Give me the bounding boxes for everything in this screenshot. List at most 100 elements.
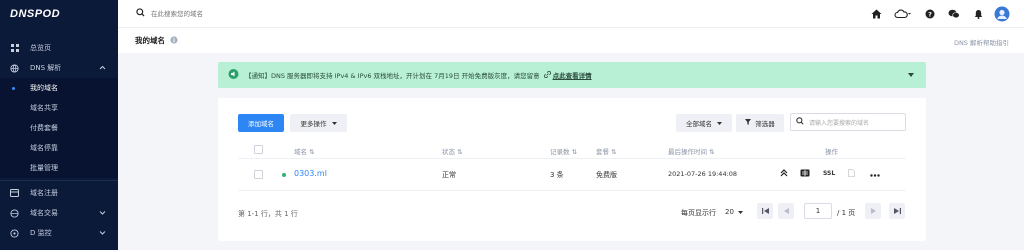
add-domain-button[interactable]: 添加域名 xyxy=(238,114,284,132)
total-pages: / 1 页 xyxy=(837,209,856,217)
page-title: 我的域名 xyxy=(135,36,165,45)
filter-label: 筛选器 xyxy=(755,120,775,128)
chevron-down-icon xyxy=(99,229,106,237)
sidebar-item-domain-register[interactable]: 域名注册 xyxy=(0,183,118,203)
col-plan-label: 套餐 xyxy=(596,148,609,156)
caret-down-icon xyxy=(737,208,743,216)
notice-banner: 【通知】DNS 服务器即将支持 IPv4 & IPv6 双栈地址，开计划在 7月… xyxy=(218,62,926,88)
wechat-icon[interactable] xyxy=(942,4,966,24)
sidebar-item-label: 域名交易 xyxy=(30,209,58,217)
per-page-select[interactable]: 20 xyxy=(725,208,743,216)
sidebar-item-paid-plan[interactable]: 付费套餐 xyxy=(0,118,118,138)
page-header: 我的域名 DNS 解析帮助指引 xyxy=(118,28,1024,53)
status-dot xyxy=(282,173,286,177)
select-all-checkbox[interactable] xyxy=(254,145,263,154)
sidebar-item-batch-manage[interactable]: 批量管理 xyxy=(0,158,118,178)
row-checkbox[interactable] xyxy=(254,170,263,179)
col-actions: 操作 xyxy=(825,148,838,156)
search-icon xyxy=(796,117,804,127)
table-row: 0303.ml 正常 3 条 免费版 2021-07-26 19:44:08 S… xyxy=(238,159,906,191)
all-domains-label: 全部域名 xyxy=(686,120,712,128)
last-page-button[interactable] xyxy=(889,203,905,219)
avatar[interactable] xyxy=(990,4,1014,24)
sidebar-item-label: 总览页 xyxy=(30,44,51,52)
per-page-label: 每页显示行 xyxy=(681,209,716,217)
card-icon xyxy=(10,189,19,198)
sidebar-item-label: DNS 解析 xyxy=(30,64,62,72)
bell-icon[interactable] xyxy=(966,4,990,24)
svg-text:?: ? xyxy=(928,10,932,18)
plan-cell: 免费版 xyxy=(596,171,617,179)
col-domain[interactable]: 域名 ⇅ xyxy=(294,146,315,156)
col-domain-label: 域名 xyxy=(294,148,307,156)
sidebar-item-label: 域名注册 xyxy=(30,189,58,197)
sidebar: DNSPOD 总览页 DNS 解析 我的域名 域名共享 付费套餐 域名停靠 批量… xyxy=(0,0,118,250)
row-summary: 第 1-1 行，共 1 行 xyxy=(238,210,298,218)
grid-icon xyxy=(10,44,19,53)
filter-icon xyxy=(745,119,752,127)
col-plan[interactable]: 套餐 ⇅ xyxy=(596,146,617,156)
dns-submenu: 我的域名 域名共享 付费套餐 域名停靠 批量管理 xyxy=(0,78,118,178)
notice-link[interactable]: 点此查看详情 xyxy=(553,70,592,80)
last-op-cell: 2021-07-26 19:44:08 xyxy=(668,170,738,178)
sidebar-item-domain-share[interactable]: 域名共享 xyxy=(0,98,118,118)
dns-help-link[interactable]: DNS 解析帮助指引 xyxy=(954,37,1009,47)
next-page-button[interactable] xyxy=(865,203,881,219)
document-icon[interactable] xyxy=(848,169,855,179)
topbar: ? xyxy=(118,0,1024,28)
col-last-op[interactable]: 最后操作时间 ⇅ xyxy=(668,146,715,156)
dnspod-logo[interactable]: DNSPOD xyxy=(0,0,118,28)
speaker-icon xyxy=(228,69,239,81)
info-icon[interactable] xyxy=(170,35,178,46)
sidebar-item-d-monitor[interactable]: D 监控 xyxy=(0,223,118,243)
chevron-up-icon xyxy=(99,64,106,72)
ssl-button[interactable]: SSL xyxy=(823,170,835,177)
cloud-icon[interactable] xyxy=(888,4,918,24)
globe-icon xyxy=(10,208,19,218)
more-actions-label: 更多操作 xyxy=(300,120,327,128)
help-icon[interactable]: ? xyxy=(918,4,942,24)
col-status-label: 状态 xyxy=(442,148,455,156)
sort-icon: ⇅ xyxy=(309,148,315,156)
chevrons-up-icon[interactable] xyxy=(780,169,788,179)
caret-down-icon[interactable] xyxy=(908,71,914,79)
page-number-input[interactable]: 1 xyxy=(804,203,832,219)
chevron-down-icon xyxy=(99,209,106,217)
sort-icon: ⇅ xyxy=(709,148,715,156)
top-icons: ? xyxy=(864,4,1014,24)
global-search xyxy=(118,8,864,19)
caret-down-icon xyxy=(717,119,722,127)
more-actions-button[interactable]: 更多操作 xyxy=(290,114,347,132)
search-icon xyxy=(136,8,145,19)
divider xyxy=(0,180,118,181)
col-records-label: 记录数 xyxy=(550,148,570,156)
prev-page-button[interactable] xyxy=(778,203,794,219)
sidebar-item-label: D 监控 xyxy=(30,229,52,237)
link-icon xyxy=(543,70,551,80)
domain-link[interactable]: 0303.ml xyxy=(294,169,327,178)
domain-search-input[interactable]: 请输入您要搜索的域名 xyxy=(809,118,869,127)
col-records[interactable]: 记录数 ⇅ xyxy=(550,146,577,156)
sort-icon: ⇅ xyxy=(571,148,578,156)
sidebar-item-domain-parking[interactable]: 域名停靠 xyxy=(0,138,118,158)
first-page-button[interactable] xyxy=(757,203,773,219)
home-icon[interactable] xyxy=(864,4,888,24)
sidebar-item-domain-trade[interactable]: 域名交易 xyxy=(0,203,118,223)
filter-button[interactable]: 筛选器 xyxy=(736,114,784,132)
col-last-op-label: 最后操作时间 xyxy=(668,148,707,156)
sort-icon: ⇅ xyxy=(611,148,617,156)
sidebar-item-my-domains[interactable]: 我的域名 xyxy=(0,78,118,98)
search-input[interactable] xyxy=(151,9,351,18)
sidebar-item-overview[interactable]: 总览页 xyxy=(0,38,118,58)
sort-icon: ⇅ xyxy=(457,148,463,156)
all-domains-select[interactable]: 全部域名 xyxy=(676,114,732,132)
status-cell: 正常 xyxy=(442,171,456,179)
more-icon[interactable] xyxy=(870,171,880,179)
dns-record-icon[interactable] xyxy=(800,169,810,179)
col-status[interactable]: 状态 ⇅ xyxy=(442,146,463,156)
domain-list-card: 添加域名 更多操作 全部域名 筛选器 请输入您要搜索的域名 域名 ⇅ 状态 ⇅ … xyxy=(218,98,926,241)
records-cell: 3 条 xyxy=(550,171,564,179)
table-header: 域名 ⇅ 状态 ⇅ 记录数 ⇅ 套餐 ⇅ 最后操作时间 ⇅ 操作 xyxy=(238,141,906,159)
domain-search-box[interactable]: 请输入您要搜索的域名 xyxy=(790,113,906,131)
sidebar-item-dns[interactable]: DNS 解析 xyxy=(0,58,118,78)
